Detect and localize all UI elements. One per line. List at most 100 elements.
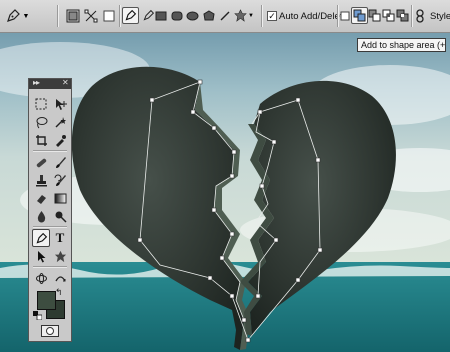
new-shape-layer-icon (340, 11, 350, 20)
link-layer-style-button[interactable] (413, 7, 427, 24)
custom-shape-button[interactable]: ▼ (232, 7, 256, 24)
close-panel-icon[interactable]: ✕ (62, 78, 69, 88)
swap-colors-icon[interactable]: ↰ (55, 287, 63, 298)
anchor-point[interactable] (229, 293, 235, 299)
anchor-point[interactable] (211, 207, 217, 213)
type-icon: T (55, 230, 65, 245)
anchor-point[interactable] (241, 317, 247, 323)
anchor-point[interactable] (211, 125, 217, 131)
fill-pixels-button[interactable] (100, 7, 117, 24)
anchor-point[interactable] (197, 79, 203, 85)
clone-stamp-tool[interactable] (32, 171, 50, 189)
shape-layers-icon (66, 9, 79, 22)
tooltip: Add to shape area (+) (357, 38, 446, 52)
separator (33, 266, 67, 268)
rectangular-marquee-icon (35, 98, 47, 110)
anchor-point[interactable] (229, 231, 235, 237)
anchor-point[interactable] (273, 237, 279, 243)
path-selection-tool[interactable] (32, 247, 50, 265)
dodge-tool[interactable] (51, 207, 69, 225)
history-brush-icon (54, 174, 66, 186)
magic-wand-tool[interactable] (51, 113, 69, 131)
pen-tool-icon (125, 9, 137, 21)
anchor-point[interactable] (229, 173, 235, 179)
link-chain-icon (416, 8, 424, 23)
polygon-shape-button[interactable] (200, 7, 217, 24)
separator (119, 5, 121, 27)
3d-rotate-tool[interactable] (32, 269, 50, 287)
lasso-tool[interactable] (32, 113, 50, 131)
custom-shape-icon (54, 250, 66, 262)
clone-stamp-icon (35, 174, 47, 186)
separator (261, 5, 263, 27)
rounded-rectangle-button[interactable] (168, 7, 185, 24)
crop-icon (35, 134, 47, 146)
anchor-point[interactable] (231, 149, 237, 155)
anchor-point[interactable] (255, 293, 261, 299)
3d-orbit-tool[interactable] (51, 269, 69, 287)
paths-icon (84, 9, 97, 22)
gradient-icon (54, 193, 66, 203)
eyedropper-tool[interactable] (51, 131, 69, 149)
line-icon (220, 11, 229, 20)
blur-tool[interactable] (32, 207, 50, 225)
paths-button[interactable] (82, 7, 99, 24)
crop-tool[interactable] (32, 131, 50, 149)
anchor-point[interactable] (190, 109, 196, 115)
rectangle-shape-button[interactable] (152, 7, 169, 24)
rectangle-icon (155, 11, 166, 20)
pen-tool[interactable] (32, 229, 50, 247)
brush-tool[interactable] (51, 153, 69, 171)
fill-pixels-icon (103, 10, 114, 21)
anchor-point[interactable] (295, 277, 301, 283)
anchor-point[interactable] (295, 97, 301, 103)
anchor-point[interactable] (257, 109, 263, 115)
separator (33, 226, 67, 228)
ellipse-icon (186, 11, 199, 20)
line-shape-button[interactable] (216, 7, 233, 24)
move-tool[interactable] (51, 95, 69, 113)
anchor-point[interactable] (245, 337, 251, 343)
anchor-point[interactable] (259, 183, 265, 189)
anchor-point[interactable] (317, 247, 323, 253)
options-bar: ▼ ▼ ✓ Auto Add/Delete Style (0, 0, 450, 33)
anchor-point[interactable] (137, 237, 143, 243)
eraser-icon (36, 194, 46, 204)
spot-healing-brush-tool[interactable] (32, 153, 50, 171)
anchor-point[interactable] (315, 157, 321, 163)
default-colors-icon[interactable] (33, 311, 42, 320)
gradient-tool[interactable] (51, 189, 69, 207)
pen-tool-icon (36, 232, 47, 243)
add-to-shape-area-icon (353, 9, 366, 22)
history-brush-tool[interactable] (51, 171, 69, 189)
anchor-point[interactable] (219, 255, 225, 261)
custom-shape-tool[interactable] (51, 247, 69, 265)
create-new-shape-layer-button[interactable] (339, 7, 351, 24)
pen-tool-button[interactable] (122, 7, 139, 24)
exclude-overlapping-areas-icon (396, 9, 409, 22)
tools-panel: ▸▸ ✕ T ↰ (28, 78, 72, 342)
shape-layers-button[interactable] (64, 7, 81, 24)
tool-preset-picker[interactable]: ▼ (3, 7, 31, 25)
anchor-point[interactable] (149, 97, 155, 103)
anchor-point[interactable] (271, 139, 277, 145)
ellipse-shape-button[interactable] (184, 7, 201, 24)
exclude-overlapping-areas-button[interactable] (394, 7, 411, 24)
polygon-icon (202, 9, 215, 20)
tools-panel-header[interactable]: ▸▸ ✕ (29, 78, 71, 89)
foreground-color-swatch[interactable] (37, 291, 56, 310)
path-selection-arrow-icon (37, 250, 45, 262)
collapse-panel-icon[interactable]: ▸▸ (33, 78, 40, 88)
rectangular-marquee-tool[interactable] (32, 95, 50, 113)
quick-mask-button[interactable] (41, 325, 59, 337)
chevron-down-icon: ▼ (22, 12, 30, 20)
auto-add-delete-checkbox[interactable]: ✓ (266, 7, 278, 25)
eyedropper-icon (55, 134, 66, 147)
3d-rotate-icon (35, 272, 47, 284)
eraser-tool[interactable] (32, 189, 50, 207)
checkbox-box: ✓ (267, 10, 277, 21)
3d-orbit-icon (54, 275, 66, 281)
type-tool[interactable]: T (51, 229, 69, 247)
anchor-point[interactable] (207, 275, 213, 281)
separator (33, 150, 67, 152)
